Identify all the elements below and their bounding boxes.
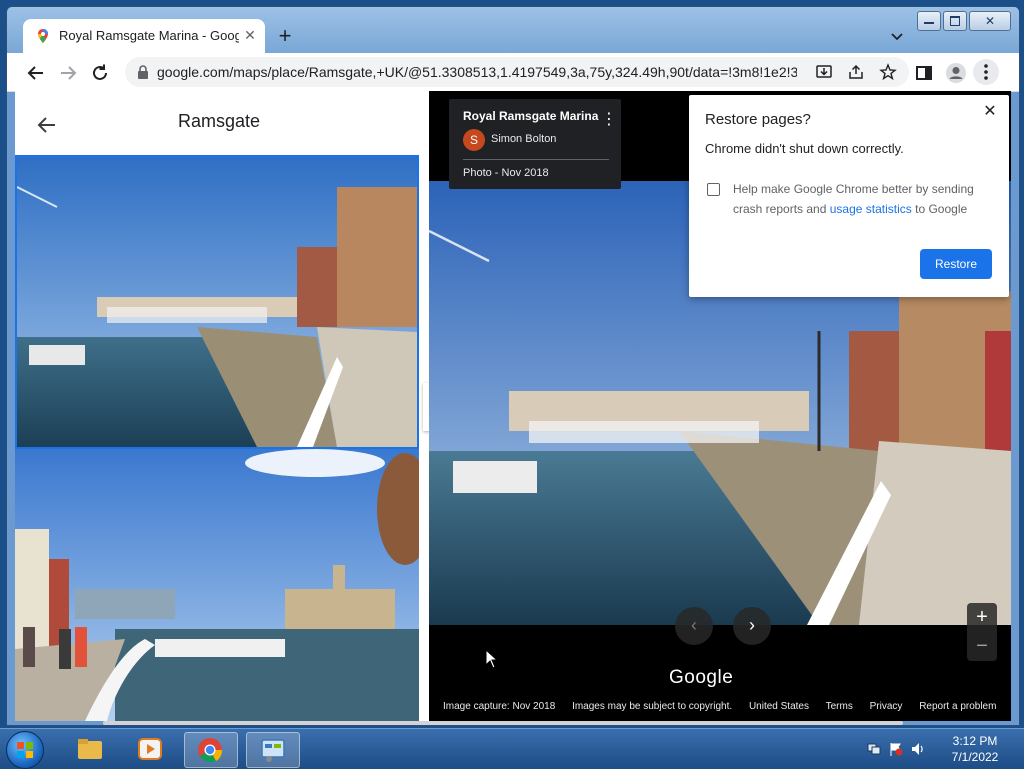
action-center-flag-icon[interactable] [888,741,904,757]
dialog-close-icon[interactable]: ✕ [981,103,999,121]
taskbar-control-panel[interactable] [246,732,300,768]
share-icon[interactable] [847,63,865,81]
clock-time[interactable]: 3:12 PM [940,734,1010,748]
photo-place-name[interactable]: Royal Ramsgate Marina [463,109,598,123]
author-avatar[interactable]: S [463,129,485,151]
menu-button[interactable] [973,59,999,85]
capture-date: Image capture: Nov 2018 [443,701,556,712]
page-content: Ramsgate Royal Ramsgate Marina S Simon B… [15,91,1011,721]
tab-title: Royal Ramsgate Marina - Google [59,28,239,43]
bookmark-star-icon[interactable] [879,63,897,81]
photo-list-panel: Ramsgate [15,91,423,721]
zoom-out-button[interactable]: − [967,632,997,661]
zoom-controls: + − [967,603,997,661]
restore-pages-dialog: Restore pages? ✕ Chrome didn't shut down… [689,95,1009,297]
profile-avatar-icon[interactable] [945,62,967,84]
maximize-button[interactable] [943,11,967,31]
marina-photo [17,157,417,447]
privacy-link[interactable]: Privacy [870,701,903,712]
back-icon[interactable] [25,62,47,84]
media-player-icon [138,738,162,760]
horizontal-scrollbar[interactable] [103,721,903,725]
harbour-photo [15,449,419,721]
taskbar-explorer[interactable] [64,732,116,766]
browser-tab[interactable]: Royal Ramsgate Marina - Google ✕ [23,19,265,53]
maps-pin-icon [38,29,48,43]
mouse-cursor-icon [485,649,499,669]
new-tab-icon[interactable]: + [273,25,297,49]
tab-close-icon[interactable]: ✕ [241,26,259,44]
photo-info-card: Royal Ramsgate Marina S Simon Bolton Pho… [449,99,621,189]
checkbox-label: Help make Google Chrome better by sendin… [733,179,993,219]
zoom-in-button[interactable]: + [967,603,997,632]
browser-toolbar: google.com/maps/place/Ramsgate,+UK/@51.3… [7,53,1019,92]
country-link[interactable]: United States [749,701,809,712]
volume-icon[interactable] [910,741,926,757]
clock-date[interactable]: 7/1/2022 [940,750,1010,764]
close-window-button[interactable]: ✕ [969,11,1011,31]
system-tray [860,741,930,757]
lock-icon [138,65,148,79]
url-text: google.com/maps/place/Ramsgate,+UK/@51.3… [157,64,797,80]
google-logo: Google [669,667,734,688]
usage-statistics-link[interactable]: usage statistics [830,202,912,216]
browser-window: Royal Ramsgate Marina - Google ✕ + ✕ goo… [6,6,1020,726]
taskbar-chrome[interactable] [184,732,238,768]
folder-icon [78,739,102,759]
more-options-icon[interactable]: ⋮ [601,111,617,131]
taskbar-media-player[interactable] [124,732,176,766]
title-bar: Royal Ramsgate Marina - Google ✕ + ✕ [7,7,1019,53]
address-bar[interactable]: google.com/maps/place/Ramsgate,+UK/@51.3… [125,57,909,87]
photo-date: Photo - Nov 2018 [463,167,549,179]
restore-button[interactable]: Restore [920,249,992,279]
report-problem-link[interactable]: Report a problem [919,701,996,712]
terms-link[interactable]: Terms [826,701,853,712]
photo-thumbnail-harbour[interactable] [15,449,419,721]
author-name[interactable]: Simon Bolton [491,133,556,145]
viewer-footer: Image capture: Nov 2018 Images may be su… [443,701,1009,717]
forward-icon[interactable] [57,62,79,84]
minimize-button[interactable] [917,11,941,31]
panel-title: Ramsgate [177,111,261,131]
tab-search-icon[interactable] [887,27,907,47]
reload-icon[interactable] [89,62,111,84]
windows-logo-icon [17,742,33,758]
install-icon[interactable] [815,63,833,81]
card-divider [463,159,609,160]
chrome-icon [198,738,223,763]
dialog-message: Chrome didn't shut down correctly. [705,141,904,156]
crash-report-checkbox[interactable] [707,183,720,196]
more-vert-icon [984,64,988,80]
taskbar: 3:12 PM 7/1/2022 [0,728,1024,769]
dialog-title: Restore pages? [705,111,811,128]
network-icon[interactable] [866,741,882,757]
copyright-notice: Images may be subject to copyright. [572,701,733,712]
next-photo-button[interactable]: › [733,607,771,645]
start-button[interactable] [6,731,44,769]
checkbox-tail: to Google [915,202,968,216]
previous-photo-button[interactable]: ‹ [675,607,713,645]
control-panel-icon [261,739,285,762]
side-panel-icon[interactable] [913,62,935,84]
photo-thumbnail-marina[interactable] [15,155,419,449]
